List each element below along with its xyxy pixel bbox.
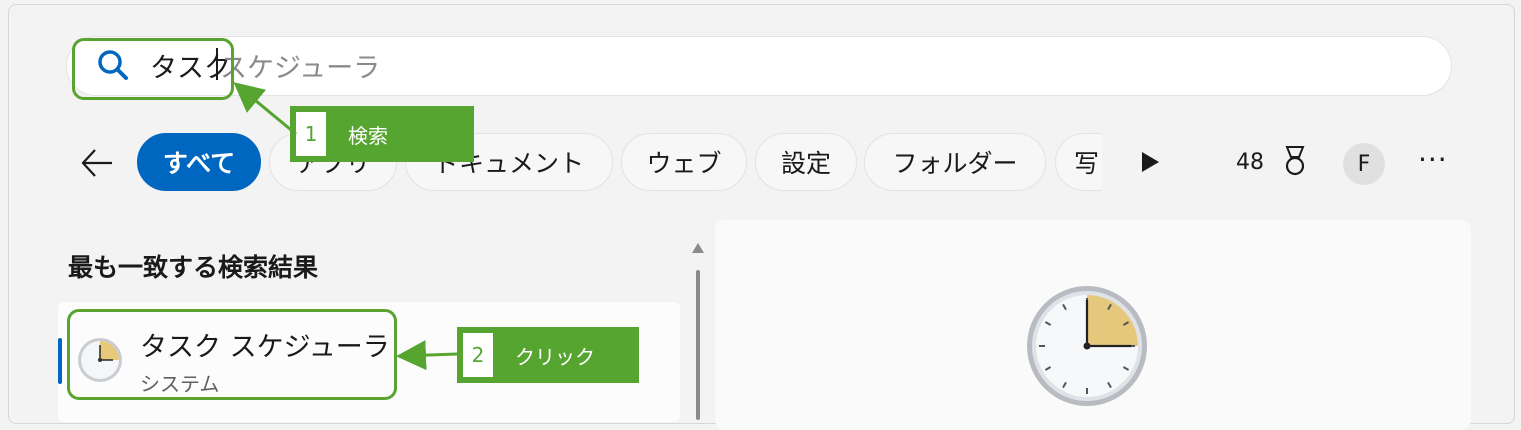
arrow-step1 [233, 82, 297, 136]
arrow-step2 [396, 340, 458, 371]
annotation-arrows [233, 82, 458, 371]
